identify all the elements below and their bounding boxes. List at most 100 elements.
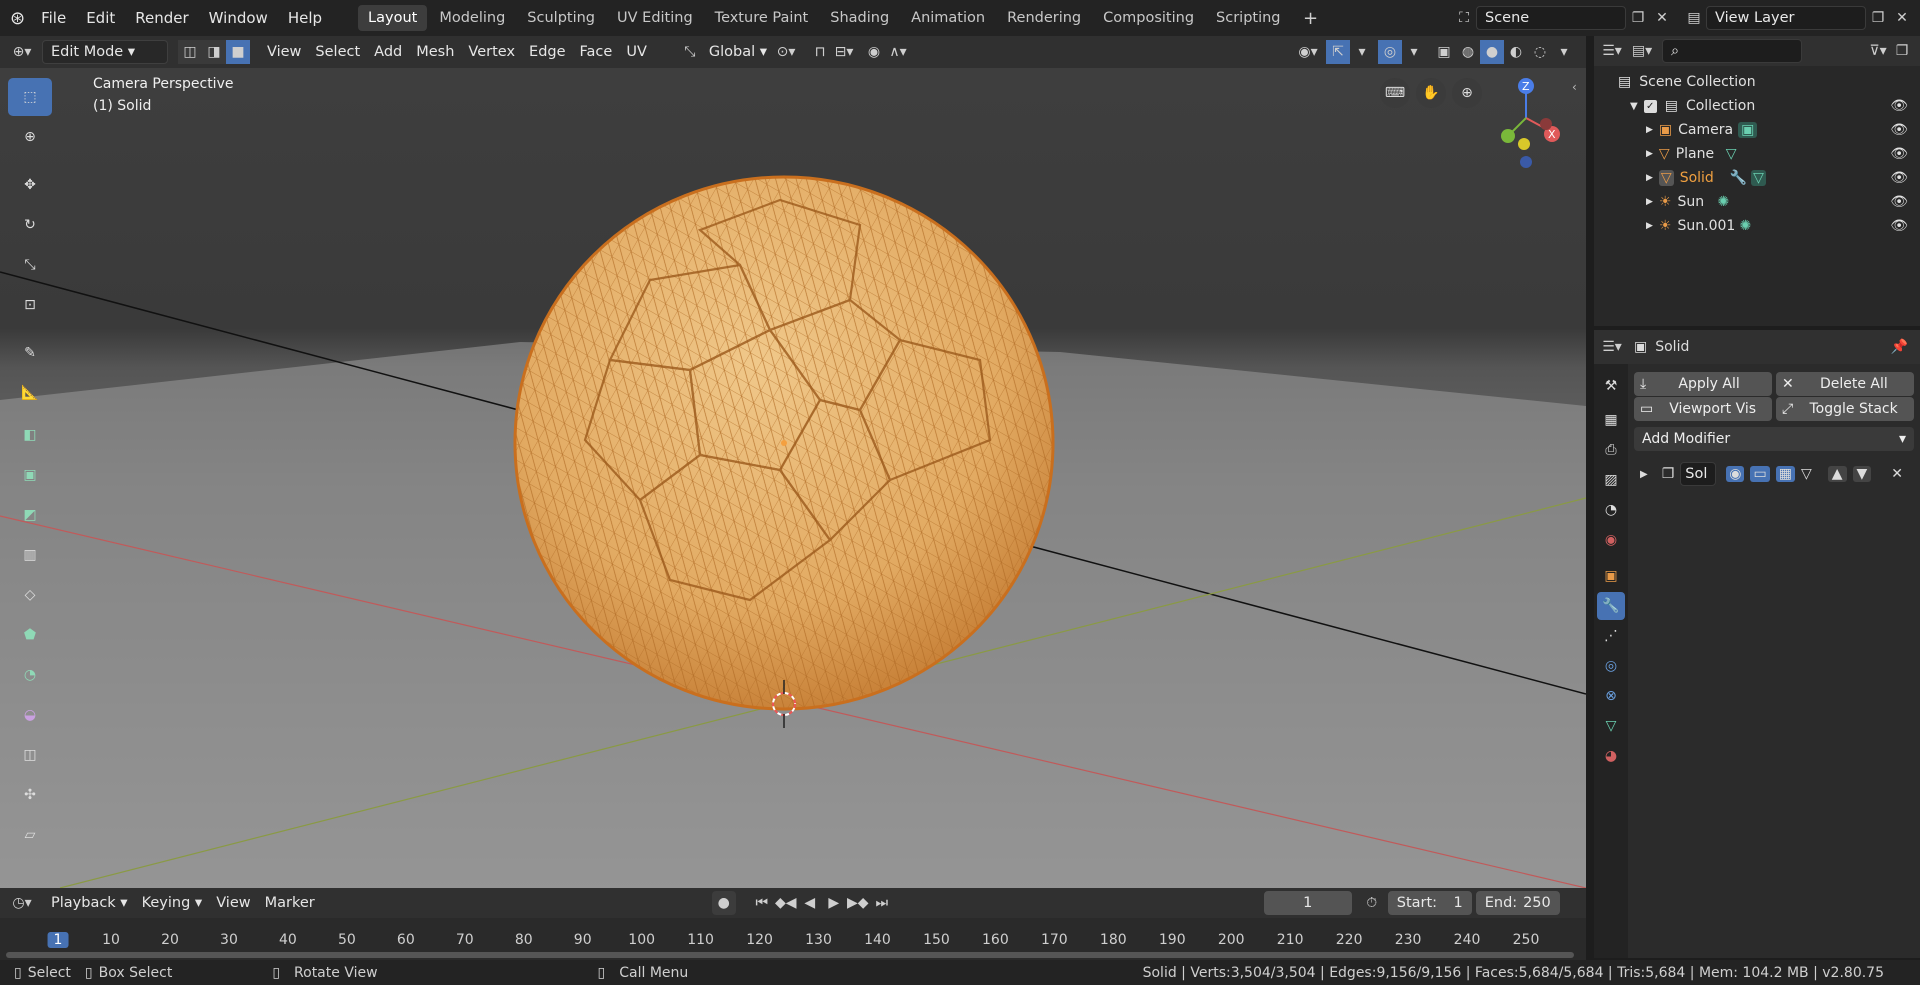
tab-modeling[interactable]: Modeling [429, 5, 515, 31]
material-tab-icon[interactable]: ◕ [1597, 742, 1625, 770]
menu-vertex[interactable]: Vertex [461, 40, 522, 64]
wireframe-shading-icon[interactable]: ◍ [1456, 40, 1480, 64]
particles-tab-icon[interactable]: ⋰ [1597, 622, 1625, 650]
knife-tool-icon[interactable]: ◇ [8, 576, 52, 614]
render-tab-icon[interactable]: ▦ [1597, 406, 1625, 434]
move-up-icon[interactable]: ▲ [1827, 466, 1847, 482]
3d-viewport[interactable]: Camera Perspective (1) Solid ⌨ ✋ ⊕ Z X ‹ [0, 68, 1586, 888]
material-shading-icon[interactable]: ◐ [1504, 40, 1528, 64]
shear-tool-icon[interactable]: ▱ [8, 816, 52, 854]
face-select-icon[interactable]: ■ [226, 40, 250, 64]
camera-view-icon[interactable]: ⌨ [1380, 78, 1410, 108]
tab-animation[interactable]: Animation [901, 5, 995, 31]
outliner-item-solid[interactable]: ▶ ▽ Solid 🔧 ▽ 👁 [1618, 166, 1920, 190]
menu-help[interactable]: Help [278, 5, 332, 31]
rendered-shading-icon[interactable]: ◌ [1528, 40, 1552, 64]
pivot-icon[interactable]: ⊙▾ [774, 40, 798, 64]
axis-gizmo[interactable]: Z X [1490, 78, 1570, 168]
zoom-icon[interactable]: ⊕ [1452, 78, 1482, 108]
move-down-icon[interactable]: ▼ [1852, 466, 1872, 482]
menu-edit[interactable]: Edit [76, 5, 125, 31]
gizmo-dropdown-icon[interactable]: ▾ [1350, 40, 1374, 64]
filter-icon[interactable]: ⊽▾ [1866, 39, 1890, 63]
apply-all-button[interactable]: ⤓ Apply All [1634, 372, 1772, 396]
smooth-tool-icon[interactable]: ◒ [8, 696, 52, 734]
overlays-icon[interactable]: ◎ [1378, 40, 1402, 64]
view-layer-field[interactable]: View Layer [1706, 6, 1866, 30]
scene-tab-icon[interactable]: ◔ [1597, 496, 1625, 524]
proportional-edit-icon[interactable]: ◉ [862, 40, 886, 64]
edge-select-icon[interactable]: ◨ [202, 40, 226, 64]
visibility-eye-icon[interactable]: 👁 [1890, 170, 1908, 186]
xray-icon[interactable]: ▣ [1432, 40, 1456, 64]
sidebar-toggle-icon[interactable]: ‹ [1572, 80, 1577, 94]
scale-tool-icon[interactable]: ⤡ [8, 246, 52, 284]
measure-tool-icon[interactable]: 📐 [8, 374, 52, 412]
menu-mesh[interactable]: Mesh [409, 40, 461, 64]
editor-type-icon[interactable]: ⊕▾ [10, 40, 34, 64]
tab-compositing[interactable]: Compositing [1093, 5, 1204, 31]
expand-icon[interactable]: ▼ [1630, 101, 1638, 112]
menu-face[interactable]: Face [573, 40, 620, 64]
bevel-tool-icon[interactable]: ◩ [8, 496, 52, 534]
render-toggle-icon[interactable]: ◉ [1726, 466, 1745, 482]
spin-tool-icon[interactable]: ◔ [8, 656, 52, 694]
snap-icon[interactable]: ⊓ [808, 40, 832, 64]
orientation-dropdown[interactable]: Global ▾ [702, 40, 774, 64]
outliner-item-plane[interactable]: ▶ ▽ Plane ▽ 👁 [1618, 142, 1920, 166]
add-modifier-dropdown[interactable]: Add Modifier ▾ [1634, 427, 1914, 451]
data-tab-icon[interactable]: ▽ [1597, 712, 1625, 740]
solid-shading-icon[interactable]: ● [1480, 40, 1504, 64]
delete-all-button[interactable]: ✕ Delete All [1776, 372, 1914, 396]
tab-texture-paint[interactable]: Texture Paint [705, 5, 819, 31]
snap-target-icon[interactable]: ⊟▾ [832, 40, 856, 64]
menu-uv[interactable]: UV [619, 40, 654, 64]
edge-slide-tool-icon[interactable]: ◫ [8, 736, 52, 774]
world-tab-icon[interactable]: ◉ [1597, 526, 1625, 554]
output-tab-icon[interactable]: ⎙ [1597, 436, 1625, 464]
visibility-eye-icon[interactable]: 👁 [1890, 122, 1908, 138]
tab-shading[interactable]: Shading [820, 5, 899, 31]
scene-field[interactable]: Scene [1476, 6, 1626, 30]
visibility-eye-icon[interactable]: 👁 [1890, 98, 1908, 114]
visibility-eye-icon[interactable]: 👁 [1890, 146, 1908, 162]
rotate-tool-icon[interactable]: ↻ [8, 206, 52, 244]
view-layer-icon[interactable]: ▤ [1682, 6, 1706, 30]
checkbox-icon[interactable]: ✓ [1643, 99, 1657, 113]
outliner-search-input[interactable]: ⌕ [1662, 39, 1802, 63]
frame-ruler[interactable]: 1 10 20 30 40 50 60 70 80 90 100 110 120 130 140 150 160… [0, 888, 1586, 960]
physics-tab-icon[interactable]: ◎ [1597, 652, 1625, 680]
menu-view[interactable]: View [260, 40, 308, 64]
tool-tab-icon[interactable]: ⚒ [1597, 372, 1625, 400]
transform-tool-icon[interactable]: ⊡ [8, 286, 52, 324]
new-scene-icon[interactable]: ❐ [1626, 6, 1650, 30]
cage-toggle-icon[interactable]: ▽ [1801, 466, 1812, 482]
pin-icon[interactable]: 📌 [1891, 339, 1908, 355]
object-tab-icon[interactable]: ▣ [1597, 562, 1625, 590]
menu-file[interactable]: File [31, 5, 76, 31]
visibility-eye-icon[interactable]: 👁 [1890, 194, 1908, 210]
outliner-item-sun001[interactable]: ▶ ☀ Sun.001 ✺ 👁 [1618, 214, 1920, 238]
menu-window[interactable]: Window [199, 5, 278, 31]
add-workspace-icon[interactable]: + [1299, 6, 1323, 30]
mode-dropdown[interactable]: Edit Mode ▾ [42, 40, 168, 64]
modifier-tab-icon[interactable]: 🔧 [1597, 592, 1625, 620]
outliner-editor-icon[interactable]: ☰▾ [1600, 39, 1624, 63]
scene-icon[interactable]: ⛶ [1452, 6, 1476, 30]
display-mode-icon[interactable]: ▤▾ [1630, 39, 1654, 63]
timeline-scrollbar[interactable] [6, 952, 1574, 958]
falloff-icon[interactable]: ∧▾ [886, 40, 910, 64]
select-box-tool-icon[interactable]: ⬚ [8, 78, 52, 116]
tab-scripting[interactable]: Scripting [1206, 5, 1290, 31]
poly-build-tool-icon[interactable]: ⬟ [8, 616, 52, 654]
viewport-toggle-icon[interactable]: ▭ [1750, 466, 1770, 482]
remove-scene-icon[interactable]: ✕ [1650, 6, 1674, 30]
modifier-name-field[interactable]: Sol [1680, 462, 1717, 486]
pan-icon[interactable]: ✋ [1416, 78, 1446, 108]
tab-sculpting[interactable]: Sculpting [517, 5, 605, 31]
outliner-collection[interactable]: ▼ ✓ ▤ Collection 👁 [1618, 94, 1920, 118]
view-layer-tab-icon[interactable]: ▨ [1597, 466, 1625, 494]
outliner-item-sun[interactable]: ▶ ☀ Sun ✺ 👁 [1618, 190, 1920, 214]
outliner-scene-collection[interactable]: ▤ Scene Collection [1618, 70, 1920, 94]
new-collection-icon[interactable]: ❐ [1890, 39, 1914, 63]
